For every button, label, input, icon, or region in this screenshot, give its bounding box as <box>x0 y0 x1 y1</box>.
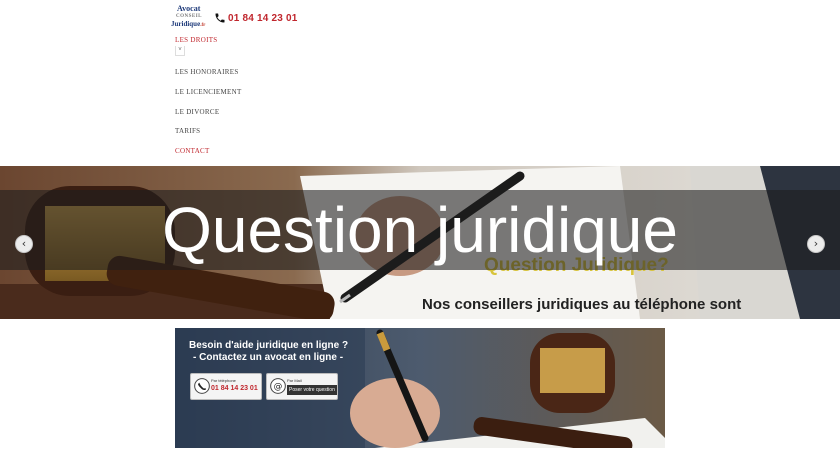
ad-mail-caption: Par Mail <box>287 378 302 383</box>
slider-next-button[interactable]: › <box>807 235 825 253</box>
phone-icon <box>194 378 210 394</box>
svg-text:@: @ <box>274 382 283 392</box>
ad-phone-button[interactable]: Par téléphone 01 84 14 23 01 <box>190 373 262 400</box>
banner-image-line-3: Nos conseillers juridiques au téléphone … <box>422 296 742 313</box>
site-logo[interactable]: Avocat CONSEIL Juridique.fr <box>171 4 213 30</box>
dropdown-caret-icon[interactable]: ˅ <box>175 46 185 56</box>
ad-heading: Besoin d'aide juridique en ligne ? <box>189 340 349 351</box>
nav-item-le-licenciement[interactable]: LE LICENCIEMENT <box>175 88 242 96</box>
nav-item-les-honoraires[interactable]: LES HONORAIRES <box>175 68 239 76</box>
logo-line-3: Juridique.fr <box>171 20 206 29</box>
nav-item-les-droits[interactable]: LES DROITS <box>175 36 217 44</box>
ad-phone-caption: Par téléphone <box>211 378 236 383</box>
ad-mail-cta: Poser votre question <box>287 385 337 395</box>
nav-item-le-divorce[interactable]: LE DIVORCE <box>175 108 219 116</box>
ad-subheading: - Contactez un avocat en ligne - <box>193 352 344 363</box>
phone-icon <box>215 13 225 23</box>
logo-line-2: CONSEIL <box>176 14 203 19</box>
at-sign-icon: @ <box>270 378 286 394</box>
legal-help-ad-banner[interactable]: Besoin d'aide juridique en ligne ? - Con… <box>175 328 665 448</box>
ad-mail-button[interactable]: @ Par Mail Poser votre question <box>266 373 338 400</box>
ad-phone-number: 01 84 14 23 01 <box>211 385 258 392</box>
cut-off-text-fragment <box>365 455 455 460</box>
header-phone[interactable]: 01 84 14 23 01 <box>214 11 298 25</box>
nav-item-tarifs[interactable]: TARIFS <box>175 127 200 135</box>
logo-line-1: Avocat <box>177 4 201 13</box>
phone-number: 01 84 14 23 01 <box>228 12 298 24</box>
page-title: Question juridique <box>162 194 678 266</box>
nav-item-contact[interactable]: CONTACT <box>175 147 210 155</box>
slider-prev-button[interactable]: ‹ <box>15 235 33 253</box>
